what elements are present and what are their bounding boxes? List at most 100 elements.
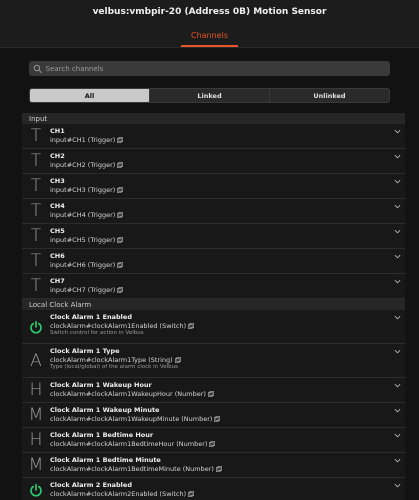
item-text: CH6 input#CH6 (Trigger) [50,249,405,273]
power-icon [22,478,50,500]
channel-item[interactable]: T CH3 input#CH3 (Trigger) [22,174,405,199]
channel-item[interactable]: H Clock Alarm 1 Wakeup Hour clockAlarm#clo… [22,378,405,403]
item-uid-row: input#CH5 (Trigger) [50,236,405,245]
item-uid: input#CH2 (Trigger) [50,160,116,169]
item-text: CH3 input#CH3 (Trigger) [50,174,405,198]
item-uid: clockAlarm#clockAlarm1WakeupMinute (Numb… [50,414,213,423]
item-name: CH4 [50,202,65,210]
channel-item[interactable]: T CH7 input#CH7 (Trigger) [22,274,405,299]
group-header: Input [22,113,405,124]
copy-icon[interactable] [174,356,181,363]
chevron-down-icon[interactable] [394,153,401,160]
item-type-icon: T [30,226,42,246]
channel-item[interactable]: M Clock Alarm 1 Wakeup Minute clockAlarm#c… [22,403,405,428]
item-name: Clock Alarm 1 Bedtime Minute [50,456,161,464]
copy-icon[interactable] [207,390,214,397]
item-name: Clock Alarm 1 Enabled [50,313,132,321]
chevron-down-icon[interactable] [394,278,401,285]
chevron-down-icon[interactable] [394,407,401,414]
item-text: CH5 input#CH5 (Trigger) [50,224,405,248]
item-type-icon: T [30,276,42,296]
item-uid-row: input#CH2 (Trigger) [50,161,405,170]
copy-icon[interactable] [117,136,124,143]
item-uid: input#CH4 (Trigger) [50,210,116,219]
filter-linked[interactable]: Linked [149,89,269,102]
filter-all[interactable]: All [30,89,149,102]
search-icon [33,64,43,73]
item-type-icon: M [28,455,44,475]
channel-item[interactable]: T CH4 input#CH4 (Trigger) [22,199,405,224]
channel-item[interactable]: M Clock Alarm 1 Bedtime Minute clockAlarm#… [22,453,405,478]
item-text: CH2 input#CH2 (Trigger) [50,149,405,173]
item-uid-row: clockAlarm#clockAlarm2Enabled (Switch) [50,490,405,499]
chevron-down-icon[interactable] [394,203,401,210]
channel-item[interactable]: T CH1 input#CH1 (Trigger) [22,124,405,149]
chevron-down-icon[interactable] [394,382,401,389]
channel-list: Input T CH1 input#CH1 (Trigger) T CH2 input#CH… [22,113,405,500]
channel-item[interactable]: Clock Alarm 2 Enabled clockAlarm#clockAla… [22,478,405,500]
copy-icon[interactable] [117,186,124,193]
item-description: Type (local/global) of the alarm clock i… [50,364,178,370]
chevron-down-icon[interactable] [394,128,401,135]
chevron-down-icon[interactable] [394,457,401,464]
item-name: CH5 [50,227,65,235]
item-uid: clockAlarm#clockAlarm1Enabled (Switch) [50,321,187,330]
copy-icon[interactable] [188,322,195,329]
item-text: Clock Alarm 2 Enabled clockAlarm#clockAla… [50,478,405,500]
item-name: CH6 [50,252,65,260]
item-name: CH3 [50,177,65,185]
item-type-icon: T [30,151,42,171]
chevron-down-icon[interactable] [394,178,401,185]
item-type-icon: H [29,430,43,450]
search-area [0,48,419,76]
search-box[interactable] [29,61,390,76]
item-type-icon: M [28,405,44,425]
chevron-down-icon[interactable] [394,432,401,439]
item-uid: input#CH5 (Trigger) [50,235,116,244]
filter-unlinked[interactable]: Unlinked [269,89,389,102]
item-name: CH1 [50,127,65,135]
item-uid: clockAlarm#clockAlarm1Type (String) [50,355,173,364]
item-uid-row: input#CH1 (Trigger) [50,136,405,145]
copy-icon[interactable] [117,286,124,293]
copy-icon[interactable] [117,211,124,218]
chevron-down-icon[interactable] [394,228,401,235]
item-uid-row: clockAlarm#clockAlarm1Enabled (Switch) [50,322,405,331]
copy-icon[interactable] [188,490,195,497]
item-uid-row: clockAlarm#clockAlarm1WakeupMinute (Numb… [50,415,405,424]
channel-item[interactable]: T CH5 input#CH5 (Trigger) [22,224,405,249]
group-header: Local Clock Alarm [22,299,405,310]
copy-icon[interactable] [216,465,222,472]
item-name: Clock Alarm 1 Bedtime Hour [50,431,154,439]
item-type-icon: T [30,176,42,196]
channel-item[interactable]: T CH6 input#CH6 (Trigger) [22,249,405,274]
item-text: Clock Alarm 1 Wakeup Hour clockAlarm#cloc… [50,378,405,402]
item-text: CH7 input#CH7 (Trigger) [50,274,405,298]
copy-icon[interactable] [214,415,221,422]
copy-icon[interactable] [209,440,216,447]
item-name: CH7 [50,277,65,285]
search-input[interactable] [45,64,390,73]
item-uid: input#CH6 (Trigger) [50,260,116,269]
copy-icon[interactable] [117,261,124,268]
item-uid-row: input#CH4 (Trigger) [50,211,405,220]
channel-item[interactable]: T CH2 input#CH2 (Trigger) [22,149,405,174]
chevron-down-icon[interactable] [394,314,401,321]
item-text: CH1 input#CH1 (Trigger) [50,124,405,148]
item-type-icon: A [30,350,42,371]
chevron-down-icon[interactable] [394,482,401,489]
copy-icon[interactable] [117,236,124,243]
channel-item[interactable]: A Clock Alarm 1 Type clockAlarm#clockAlarm… [22,344,405,378]
window-title: velbus:vmbpir-20 (Address 0B) Motion Sen… [92,7,327,17]
item-uid-row: input#CH6 (Trigger) [50,261,405,270]
tab-channels[interactable]: Channels [180,24,239,47]
tab-bar: Channels [0,24,419,48]
chevron-down-icon[interactable] [394,348,401,355]
filter-segmented-control: All Linked Unlinked [29,88,390,103]
item-uid-row: clockAlarm#clockAlarm1Type (String) [50,356,405,365]
item-name: CH2 [50,152,65,160]
channel-item[interactable]: H Clock Alarm 1 Bedtime Hour clockAlarm#cl… [22,428,405,453]
chevron-down-icon[interactable] [394,253,401,260]
channel-item[interactable]: Clock Alarm 1 Enabled clockAlarm#clockAla… [22,310,405,344]
copy-icon[interactable] [117,161,124,168]
